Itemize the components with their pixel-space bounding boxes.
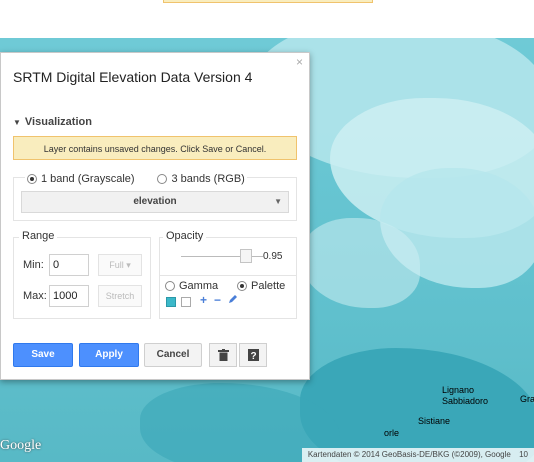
full-button[interactable]: Full ▾ <box>98 254 142 276</box>
opacity-slider-handle[interactable] <box>240 249 252 263</box>
max-label: Max: <box>23 290 47 302</box>
gamma-label: Gamma <box>179 279 219 292</box>
trash-icon <box>218 349 229 361</box>
palette-swatch-white[interactable] <box>181 297 191 307</box>
attribution-extra: 10 <box>519 450 528 459</box>
radio-gamma[interactable] <box>165 280 175 291</box>
help-icon: ? <box>248 349 259 361</box>
save-button[interactable]: Save <box>13 343 73 367</box>
map-region-label <box>362 208 365 219</box>
layer-settings-dialog: SRTM Digital Elevation Data Version 4 × … <box>0 52 310 380</box>
band-options: 1 band (Grayscale) 3 bands (RGB) <box>25 170 247 188</box>
city-label: Lignano <box>442 385 475 395</box>
city-label: Gra <box>520 394 534 404</box>
dialog-title: SRTM Digital Elevation Data Version 4 <box>13 69 253 85</box>
palette-swatch-teal[interactable] <box>166 297 176 307</box>
gamma-palette-options: Gamma Palette <box>165 277 285 295</box>
land-shape <box>300 218 420 308</box>
radio-rgb[interactable] <box>157 173 168 184</box>
palette-label: Palette <box>251 279 286 292</box>
triangle-down-icon: ▼ <box>13 118 21 127</box>
unsaved-changes-warning: Layer contains unsaved changes. Click Sa… <box>13 136 297 160</box>
opacity-value: 0.95 <box>263 251 283 262</box>
svg-text:?: ? <box>250 351 256 361</box>
radio-palette[interactable] <box>237 280 248 291</box>
divider <box>159 275 297 276</box>
radio-grayscale[interactable] <box>27 173 37 184</box>
city-label: Sistiane <box>418 416 451 426</box>
max-input[interactable]: 1000 <box>49 285 89 307</box>
attribution-text: Kartendaten © 2014 GeoBasis-DE/BKG (©200… <box>307 450 511 459</box>
stretch-button[interactable]: Stretch <box>98 285 142 307</box>
rgb-label: 3 bands (RGB) <box>171 172 245 185</box>
edit-pencil-icon[interactable] <box>228 293 238 307</box>
top-bar <box>0 0 534 38</box>
add-color-icon[interactable]: + <box>200 293 207 307</box>
min-input[interactable]: 0 <box>49 254 89 276</box>
google-logo: Google <box>0 438 42 453</box>
help-button[interactable]: ? <box>239 343 267 367</box>
opacity-legend: Opacity <box>163 230 207 242</box>
remove-color-icon[interactable]: − <box>214 293 221 307</box>
range-legend: Range <box>19 230 58 242</box>
full-label: Full <box>109 260 124 270</box>
close-icon[interactable]: × <box>296 55 303 69</box>
grayscale-label: 1 band (Grayscale) <box>41 172 135 185</box>
cancel-button[interactable]: Cancel <box>144 343 202 367</box>
band-select[interactable]: elevation ▼ <box>21 191 289 213</box>
city-label: Sabbiadoro <box>442 396 489 406</box>
min-label: Min: <box>23 259 44 271</box>
band-select-value: elevation <box>133 196 177 207</box>
section-title: Visualization <box>24 116 92 128</box>
visualization-section-toggle[interactable]: ▼ Visualization <box>13 116 92 128</box>
delete-button[interactable] <box>209 343 237 367</box>
city-label: orle <box>384 428 400 438</box>
dropdown-arrow-icon: ▼ <box>274 197 282 206</box>
apply-button[interactable]: Apply <box>79 343 139 367</box>
map-attribution: Kartendaten © 2014 GeoBasis-DE/BKG (©200… <box>301 448 534 462</box>
top-notification-banner <box>163 0 373 3</box>
